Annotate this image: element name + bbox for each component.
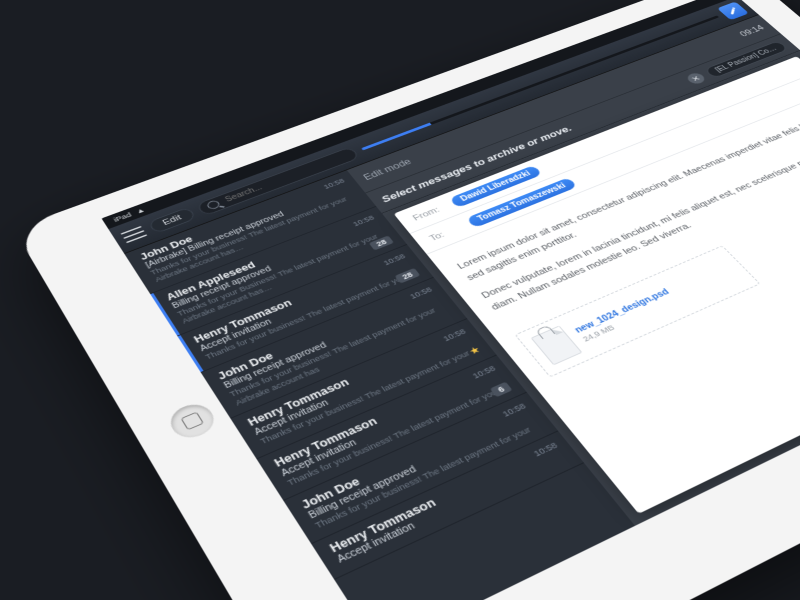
from-label: From: [411,202,450,222]
pane-clock: 09:14 [737,24,766,39]
to-label: To: [428,222,467,242]
wifi-icon: ▲ [134,206,146,215]
paperclip-icon [536,325,556,339]
home-button[interactable] [164,399,220,443]
compose-button[interactable] [717,2,749,21]
search-icon [205,199,221,210]
ipad-frame: iPad ▲ Edit John Doe10:58[Airbrake] Bill… [14,0,800,600]
screen: iPad ▲ Edit John Doe10:58[Airbrake] Bill… [102,0,800,600]
compose-icon [724,6,741,16]
menu-icon[interactable] [121,226,148,243]
clear-icon[interactable]: ✕ [684,71,707,85]
file-icon [531,326,583,366]
